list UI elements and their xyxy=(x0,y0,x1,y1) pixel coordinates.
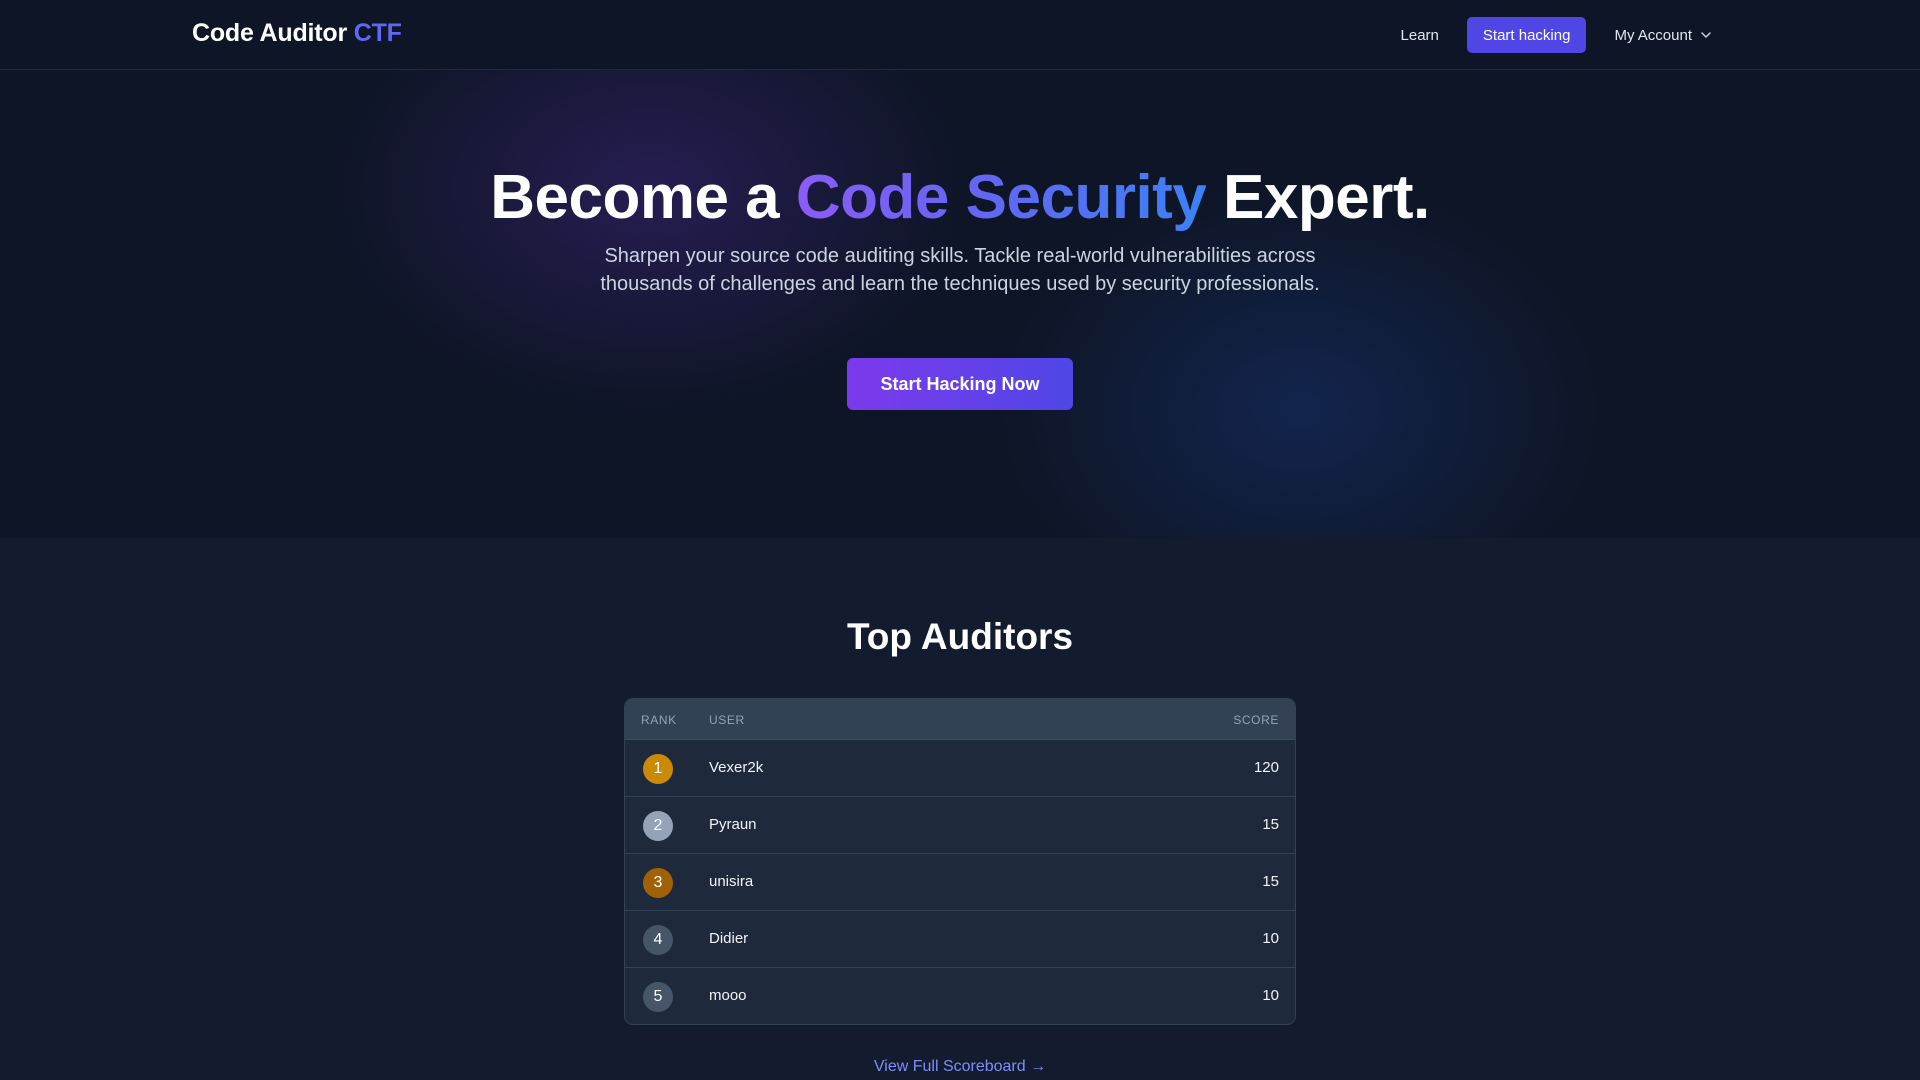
start-hacking-now-button[interactable]: Start Hacking Now xyxy=(847,358,1073,410)
table-row: 1 Vexer2k 120 xyxy=(625,740,1295,797)
site-logo[interactable]: Code Auditor CTF xyxy=(192,19,402,48)
nav-actions: Learn Start hacking My Account xyxy=(1401,17,1712,53)
hero-subtitle: Sharpen your source code auditing skills… xyxy=(600,245,1320,295)
hero-section: Become a Code Security Expert. Sharpen y… xyxy=(0,70,1920,538)
user-name: unisira xyxy=(709,873,754,890)
table-row: 2 Pyraun 15 xyxy=(625,797,1295,854)
my-account-label: My Account xyxy=(1614,26,1692,44)
column-header-rank: RANK xyxy=(641,713,677,727)
table-row: 4 Didier 10 xyxy=(625,911,1295,968)
logo-accent-text: CTF xyxy=(353,19,402,47)
user-score: 120 xyxy=(1253,759,1279,776)
my-account-dropdown[interactable]: My Account xyxy=(1614,27,1712,44)
user-score: 15 xyxy=(1262,873,1279,890)
leaderboard-table: RANK USER SCORE 1 Vexer2k 120 2 Pyraun 1… xyxy=(624,698,1296,1025)
hero-title: Become a Code Security Expert. xyxy=(0,162,1920,233)
user-name: Didier xyxy=(709,930,749,947)
column-header-user: USER xyxy=(709,713,745,727)
view-full-scoreboard-link[interactable]: View Full Scoreboard → xyxy=(0,1058,1920,1076)
rank-badge: 2 xyxy=(643,811,673,841)
hero-title-highlight: Code Security xyxy=(795,163,1207,232)
chevron-down-icon xyxy=(1701,32,1711,38)
rank-badge: 3 xyxy=(643,868,673,898)
rank-badge: 1 xyxy=(643,754,673,784)
user-score: 15 xyxy=(1262,816,1279,833)
nav-learn-link[interactable]: Learn xyxy=(1401,27,1439,44)
table-row: 3 unisira 15 xyxy=(625,854,1295,911)
user-name: Vexer2k xyxy=(709,759,764,776)
rank-badge: 4 xyxy=(643,925,673,955)
user-name: mooo xyxy=(709,987,747,1004)
user-score: 10 xyxy=(1262,987,1279,1004)
column-header-score: SCORE xyxy=(1233,713,1279,727)
user-name: Pyraun xyxy=(709,816,757,833)
leaderboard-title: Top Auditors xyxy=(846,616,1074,657)
nav-start-hacking-button[interactable]: Start hacking xyxy=(1466,17,1587,53)
leaderboard-header-row: RANK USER SCORE xyxy=(625,699,1295,740)
logo-main-text: Code Auditor xyxy=(192,19,347,47)
top-navbar: Code Auditor CTF Learn Start hacking My … xyxy=(0,0,1920,70)
table-row: 5 mooo 10 xyxy=(625,968,1295,1024)
rank-badge: 5 xyxy=(643,982,673,1012)
hero-title-prefix: Become a xyxy=(490,163,780,232)
hero-title-suffix: Expert. xyxy=(1223,163,1430,232)
user-score: 10 xyxy=(1262,930,1279,947)
